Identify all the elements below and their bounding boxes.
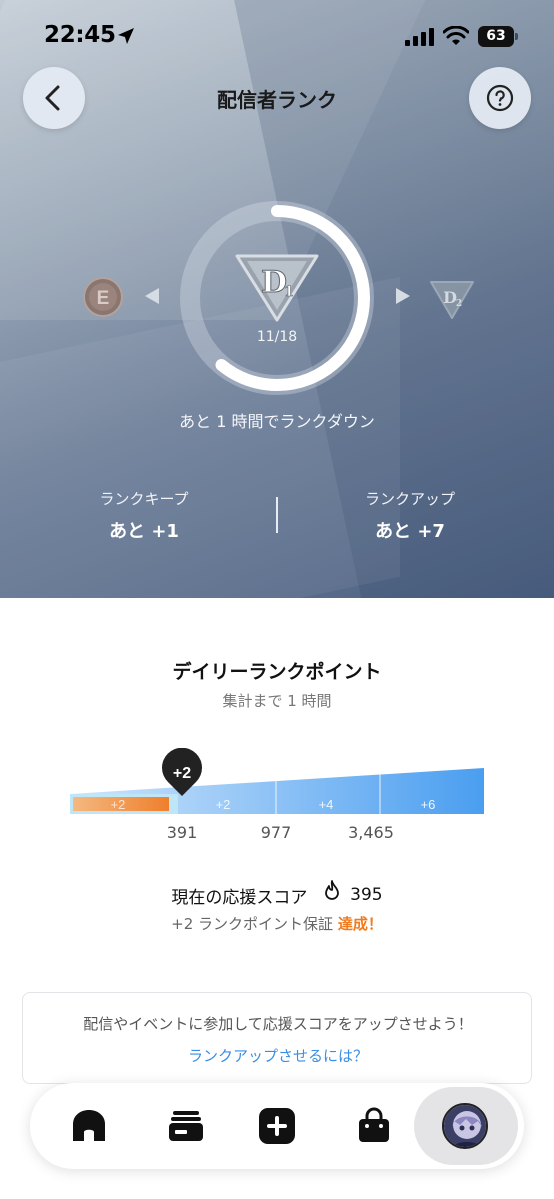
rank-e-label: E bbox=[97, 288, 110, 309]
segment-label: +2 bbox=[216, 797, 231, 812]
threshold-tick: 391 bbox=[166, 823, 198, 842]
rank-up-label: ランクアップ bbox=[364, 490, 455, 508]
stats-divider bbox=[276, 497, 278, 533]
rank-progress-ring: D 1 bbox=[180, 201, 374, 395]
tab-profile[interactable] bbox=[414, 1087, 518, 1165]
rank-hero: 22:45 63 配信者ランク E D 1 11/18 D 2 あと 1 時間で… bbox=[0, 0, 554, 598]
tip-text: 配信やイベントに参加して応援スコアをアップさせよう！ bbox=[83, 1015, 473, 1033]
status-bar: 22:45 63 bbox=[0, 0, 554, 70]
threshold-tick: 3,465 bbox=[348, 823, 394, 842]
prev-rank-arrow-icon[interactable] bbox=[143, 286, 161, 306]
battery-level: 63 bbox=[478, 26, 514, 47]
avatar bbox=[442, 1103, 488, 1149]
status-time: 22:45 bbox=[44, 22, 116, 48]
rank-keep-stat: ランクキープ あと +1 bbox=[44, 488, 244, 543]
tip-card: 配信やイベントに参加して応援スコアをアップさせよう！ ランクアップさせるには？ bbox=[22, 992, 532, 1084]
segment-label: +4 bbox=[319, 797, 334, 812]
wifi-icon bbox=[443, 26, 469, 45]
rank-points-bar: +2 +2 +4 +6 +2 bbox=[70, 748, 484, 814]
help-button[interactable] bbox=[469, 67, 531, 129]
support-score: 現在の応援スコア 395 bbox=[0, 880, 554, 908]
cellular-signal-icon bbox=[405, 28, 434, 46]
support-score-label: 現在の応援スコア bbox=[171, 887, 308, 908]
rank-e-badge: E bbox=[83, 277, 123, 317]
rank-up-value: あと +7 bbox=[375, 521, 445, 542]
point-guarantee: +2 ランクポイント保証 達成！ bbox=[0, 913, 554, 934]
rank-d2-badge: D 2 bbox=[430, 281, 474, 319]
tab-home[interactable] bbox=[40, 1083, 138, 1169]
rank-keep-value: あと +1 bbox=[109, 521, 179, 542]
daily-rank-title: デイリーランクポイント bbox=[172, 661, 382, 683]
rank-d1-badge: D 1 bbox=[235, 254, 319, 322]
bag-icon bbox=[359, 1107, 389, 1142]
guarantee-text: +2 ランクポイント保証 bbox=[171, 915, 334, 933]
segment-label: +6 bbox=[421, 797, 436, 812]
home-icon bbox=[73, 1110, 105, 1141]
marker-label: +2 bbox=[173, 765, 191, 782]
guarantee-status: 達成！ bbox=[337, 915, 383, 933]
daily-rank-subtitle: 集計まで 1 時間 bbox=[222, 692, 332, 710]
flame-icon bbox=[324, 880, 339, 900]
segment-label: +2 bbox=[111, 797, 126, 812]
rank-down-note: あと 1 時間でランクダウン bbox=[179, 412, 375, 431]
plus-icon bbox=[259, 1108, 295, 1144]
threshold-tick: 977 bbox=[260, 823, 292, 842]
question-icon bbox=[486, 84, 514, 112]
rank-current-sub: 1 bbox=[284, 284, 294, 300]
battery-icon: 63 bbox=[478, 26, 518, 47]
list-icon bbox=[169, 1111, 203, 1141]
rank-current-label: D bbox=[261, 265, 287, 300]
rank-next-sub: 2 bbox=[456, 299, 462, 309]
rank-progress-text: 11/18 bbox=[256, 329, 298, 345]
rank-up-stat: ランクアップ あと +7 bbox=[310, 488, 510, 543]
rank-up-help-link[interactable]: ランクアップさせるには？ bbox=[23, 1045, 533, 1066]
location-arrow-icon bbox=[118, 28, 134, 44]
next-rank-arrow-icon[interactable] bbox=[394, 286, 412, 306]
home-indicator bbox=[194, 1145, 364, 1165]
rank-keep-label: ランクキープ bbox=[99, 490, 189, 508]
support-score-value: 395 bbox=[350, 885, 383, 905]
